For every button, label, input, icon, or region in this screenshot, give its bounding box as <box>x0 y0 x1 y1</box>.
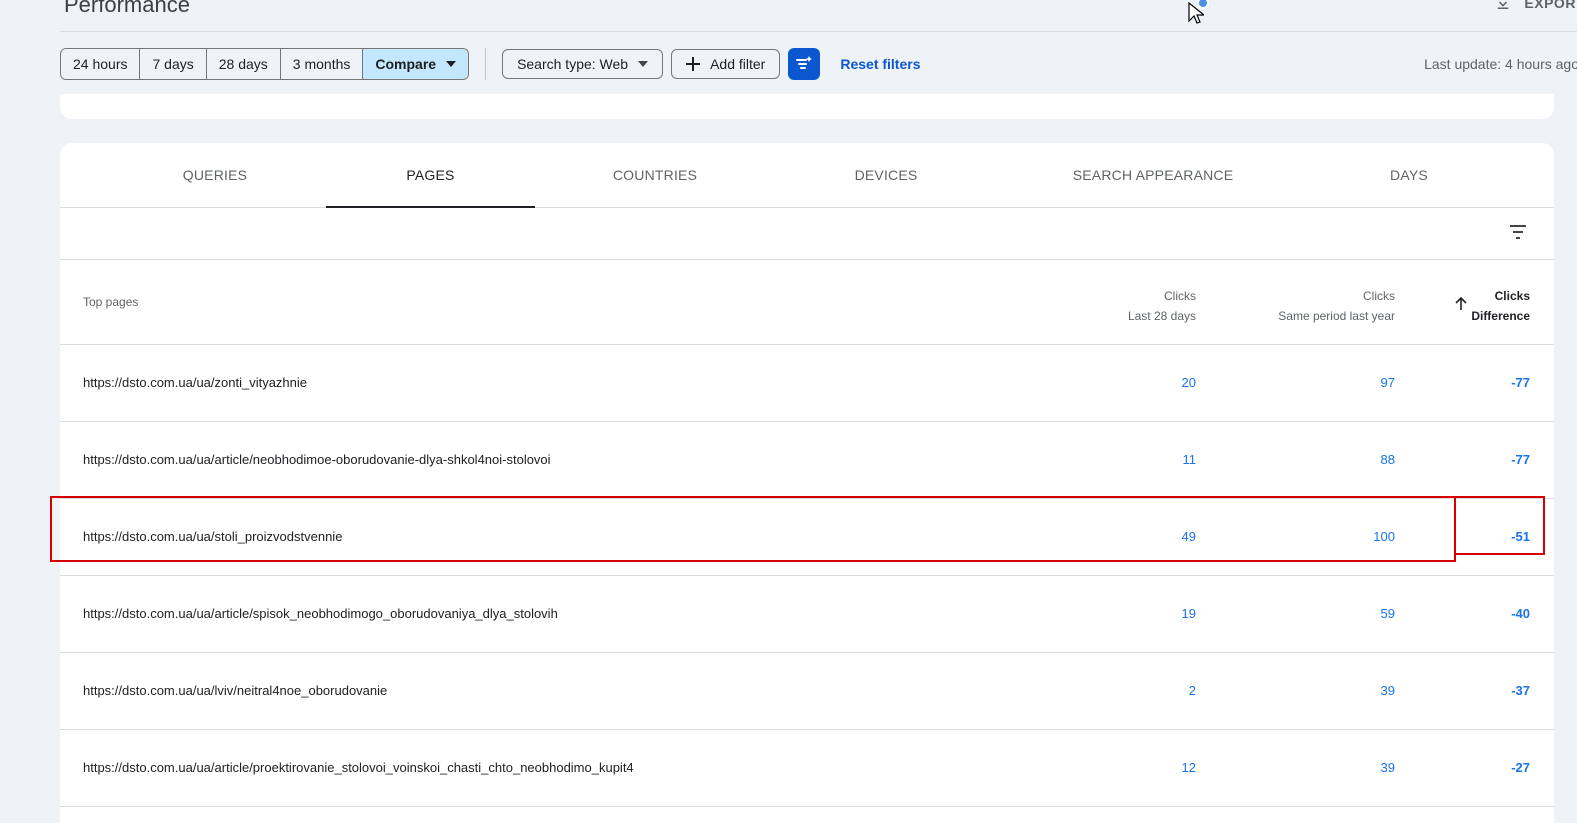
table-header: Top pages Clicks Last 28 days Clicks Sam… <box>60 260 1554 345</box>
dimensions-card: QUERIES PAGES COUNTRIES DEVICES SEARCH A… <box>60 143 1554 823</box>
export-label: EXPORT <box>1524 0 1577 11</box>
clicks-diff-value: -27 <box>1511 760 1530 775</box>
clicks-same-period-header[interactable]: Clicks Same period last year <box>1278 286 1395 326</box>
column-title: Clicks <box>1164 289 1196 303</box>
sort-ascending-icon[interactable] <box>1454 297 1468 311</box>
table-row[interactable]: https://dsto.com.ua/ua/article/spisok_ne… <box>60 576 1554 653</box>
column-title: Clicks <box>1363 289 1395 303</box>
date-range-28-days[interactable]: 28 days <box>206 49 281 79</box>
clicks-last-value: 12 <box>1181 760 1196 775</box>
page-url[interactable]: https://dsto.com.ua/ua/zonti_vityazhnie <box>83 375 307 390</box>
clicks-last-value: 2 <box>1188 683 1196 698</box>
page-url[interactable]: https://dsto.com.ua/ua/article/spisok_ne… <box>83 606 558 621</box>
tab-devices[interactable]: DEVICES <box>799 143 973 207</box>
search-type-label: Search type: Web <box>517 56 629 72</box>
date-range-24-hours[interactable]: 24 hours <box>61 49 141 79</box>
clicks-last-value: 20 <box>1181 375 1196 390</box>
filter-toolbar: 24 hours 7 days 28 days 3 months Compare… <box>60 48 1577 80</box>
table-row[interactable]: https://dsto.com.ua/ua/lviv/neitral4noe_… <box>60 653 1554 730</box>
filter-list-icon[interactable] <box>1508 222 1528 242</box>
filter-sparkle-icon <box>796 56 813 69</box>
clicks-prev-value: 39 <box>1380 683 1395 698</box>
clicks-prev-value: 88 <box>1380 452 1395 467</box>
highlight-diff-box <box>1454 496 1545 555</box>
search-type-dropdown[interactable]: Search type: Web <box>502 49 664 79</box>
page-url[interactable]: https://dsto.com.ua/ua/article/neobhodim… <box>83 452 551 467</box>
column-subtitle: Same period last year <box>1278 309 1395 323</box>
compare-label: Compare <box>375 56 437 72</box>
clicks-diff-value: -77 <box>1511 452 1530 467</box>
caret-down-icon <box>446 61 457 67</box>
clicks-prev-value: 39 <box>1380 760 1395 775</box>
compare-button[interactable]: Compare <box>363 49 469 79</box>
page-url[interactable]: https://dsto.com.ua/ua/lviv/neitral4noe_… <box>83 683 387 698</box>
add-filter-button[interactable]: Add filter <box>671 49 781 79</box>
top-pages-header: Top pages <box>83 295 139 309</box>
date-range-7-days[interactable]: 7 days <box>140 49 207 79</box>
download-icon <box>1498 0 1509 9</box>
add-filter-label: Add filter <box>710 56 766 72</box>
highlight-row-box <box>50 496 1456 562</box>
table-row[interactable]: https://dsto.com.ua/ua/article/neobhodim… <box>60 422 1554 499</box>
table-filter-row <box>60 208 1554 260</box>
tab-days[interactable]: DAYS <box>1322 143 1496 207</box>
clicks-difference-header[interactable]: Clicks Difference <box>1471 286 1530 326</box>
column-subtitle: Difference <box>1471 309 1530 323</box>
mouse-pointer-icon <box>1188 2 1204 24</box>
column-title: Clicks <box>1494 289 1530 303</box>
date-range-3-months[interactable]: 3 months <box>280 49 364 79</box>
page-title: Performance <box>64 0 190 17</box>
last-update-text: Last update: 4 hours ago <box>1424 56 1577 72</box>
filter-settings-button[interactable] <box>788 48 821 80</box>
clicks-diff-value: -37 <box>1511 683 1530 698</box>
reset-filters-link[interactable]: Reset filters <box>840 56 920 72</box>
caret-down-icon <box>638 61 649 67</box>
tab-countries[interactable]: COUNTRIES <box>568 143 742 207</box>
dimension-tabs: QUERIES PAGES COUNTRIES DEVICES SEARCH A… <box>60 143 1554 208</box>
clicks-diff-value: -40 <box>1511 606 1530 621</box>
header-divider <box>60 31 1577 32</box>
table-row[interactable]: https://dsto.com.ua/ua/zonti_vityazhnie … <box>60 345 1554 422</box>
clicks-prev-value: 97 <box>1380 375 1395 390</box>
clicks-prev-value: 59 <box>1380 606 1395 621</box>
page-url[interactable]: https://dsto.com.ua/ua/article/proektiro… <box>83 760 634 775</box>
plus-icon <box>686 57 701 71</box>
export-button[interactable]: EXPORT <box>1494 0 1577 12</box>
date-range-selector: 24 hours 7 days 28 days 3 months Compare <box>60 48 470 80</box>
tab-pages[interactable]: PAGES <box>326 143 535 208</box>
clicks-last-28-days-header[interactable]: Clicks Last 28 days <box>1128 286 1196 326</box>
chart-card-bottom <box>60 94 1554 119</box>
clicks-last-value: 19 <box>1181 606 1196 621</box>
table-row[interactable]: https://dsto.com.ua/ua/article/proektiro… <box>60 730 1554 807</box>
tab-search-appearance[interactable]: SEARCH APPEARANCE <box>1063 143 1243 207</box>
toolbar-separator <box>485 48 487 80</box>
clicks-last-value: 11 <box>1182 452 1197 467</box>
clicks-diff-value: -77 <box>1511 375 1530 390</box>
tab-queries[interactable]: QUERIES <box>128 143 302 207</box>
column-subtitle: Last 28 days <box>1127 309 1196 323</box>
